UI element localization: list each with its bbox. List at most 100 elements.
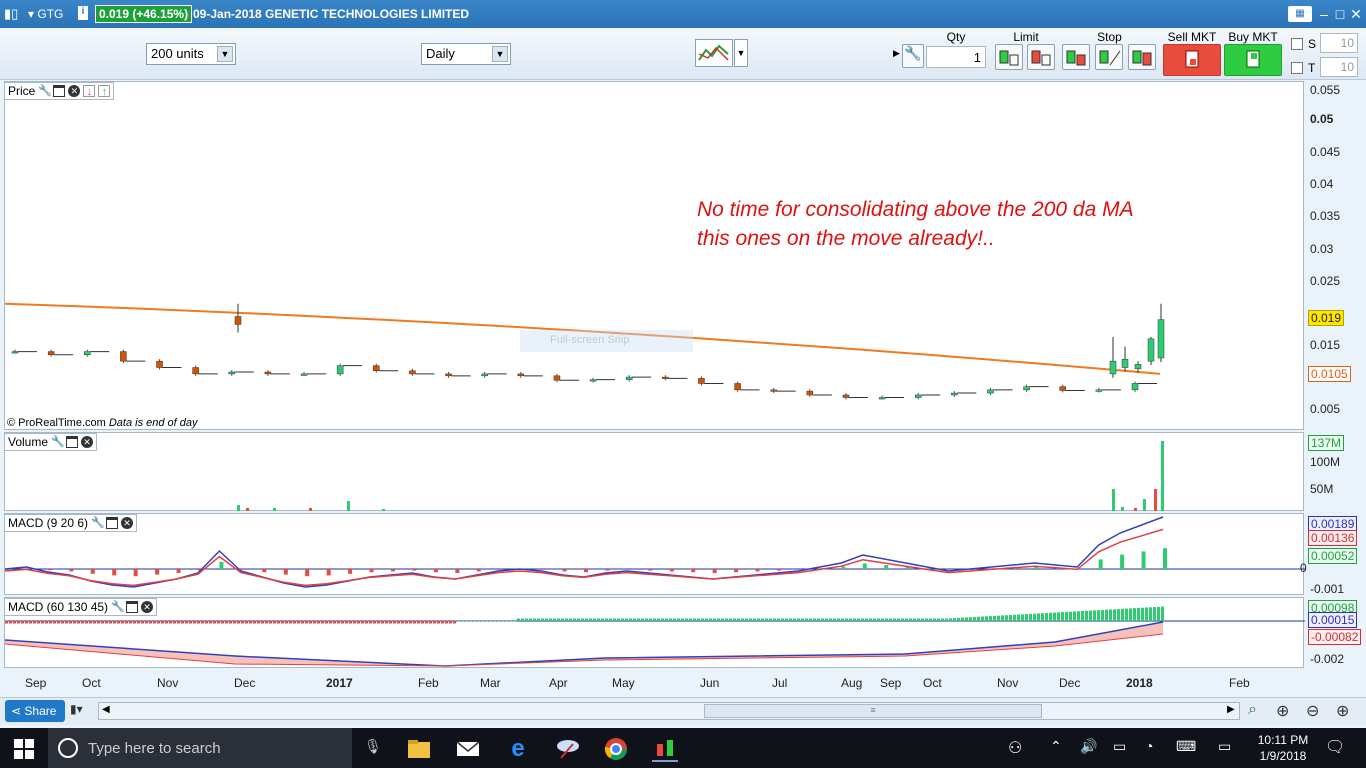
candle-body xyxy=(1131,383,1139,391)
minimize-button[interactable]: – xyxy=(1316,6,1332,22)
tablet-mode-icon[interactable]: ▭ xyxy=(1218,738,1231,755)
units-dropdown[interactable]: 200 units ▼ xyxy=(146,43,236,65)
price-panel-header: Price 🔧 ✕ ↓ ↑ xyxy=(4,82,115,100)
chart-style-dropdown[interactable]: ▼ xyxy=(734,39,748,67)
prorealtime-icon[interactable] xyxy=(652,736,678,762)
arrow-down-icon[interactable]: ↓ xyxy=(83,85,96,98)
windows-start-icon[interactable] xyxy=(14,739,34,759)
qty-input[interactable]: 1 xyxy=(926,46,986,68)
limit-buy-button[interactable] xyxy=(995,44,1023,70)
x-tick-label: Oct xyxy=(923,676,942,690)
macd2-hist-bar xyxy=(13,621,16,624)
macd2-hist-bar xyxy=(241,621,244,624)
zoom-fit-icon[interactable]: ⊕ xyxy=(1276,701,1289,721)
info-icon[interactable]: i xyxy=(78,6,88,20)
t-input[interactable]: 10 xyxy=(1320,57,1358,77)
macd2-hist-bar xyxy=(861,618,864,621)
t-checkbox[interactable] xyxy=(1291,62,1303,74)
maximize-button[interactable]: □ xyxy=(1332,6,1348,22)
close-icon[interactable]: ✕ xyxy=(68,85,81,97)
chevron-up-icon[interactable]: ⌃ xyxy=(1050,738,1062,755)
collapse-arrow-icon[interactable]: ▶ xyxy=(893,48,900,59)
y-tick: 0.025 xyxy=(1310,274,1341,288)
keyboard-icon[interactable]: ⌨ xyxy=(1176,738,1196,755)
macd2-hist-bar xyxy=(21,621,24,624)
settings-wrench-button[interactable]: 🔧 xyxy=(902,44,924,68)
stop-button-2[interactable] xyxy=(1095,44,1123,70)
macd2-hist-bar xyxy=(993,615,996,621)
macd2-hist-bar xyxy=(253,621,256,624)
stop-label: Stop xyxy=(1097,30,1122,44)
stop-button-1[interactable] xyxy=(1062,44,1090,70)
s-input[interactable]: 10 xyxy=(1320,33,1358,53)
wrench-icon[interactable]: 🔧 xyxy=(111,601,125,613)
bottom-bar: ⋖ Share ▮▾ ◀ ≡ ▶ ⌕ ⊕ ⊖ ⊕ xyxy=(0,697,1366,725)
y-tick: 0.035 xyxy=(1310,209,1341,223)
zoom-out-icon[interactable]: ⊖ xyxy=(1306,701,1319,721)
keyboard-icon[interactable]: ▦ xyxy=(1288,6,1312,22)
window-icon[interactable] xyxy=(106,517,119,529)
wifi-icon[interactable]: ◔ xyxy=(1145,738,1153,754)
volume-bar xyxy=(309,508,312,511)
candle-toggle-icon[interactable]: ▮▾ xyxy=(70,702,83,716)
arrow-up-icon[interactable]: ↑ xyxy=(98,85,111,98)
macd2-hist-bar xyxy=(157,621,160,624)
close-icon[interactable]: ✕ xyxy=(141,601,154,613)
window-icon[interactable] xyxy=(126,601,139,613)
close-button[interactable]: ✕ xyxy=(1348,6,1364,22)
taskbar-search[interactable]: Type here to search 🎙 xyxy=(48,728,382,768)
price-panel[interactable]: Full-screen Snip No time for consolidati… xyxy=(4,81,1304,430)
people-icon[interactable]: ⚇ xyxy=(1008,738,1022,758)
mail-icon[interactable] xyxy=(455,736,481,762)
scrollbar-thumb[interactable]: ≡ xyxy=(704,704,1042,718)
s-checkbox[interactable] xyxy=(1291,38,1303,50)
battery-icon[interactable]: ▭ xyxy=(1113,738,1126,755)
volume-y-axis: 137M 100M 50M xyxy=(1306,432,1366,511)
scroll-right-arrow[interactable]: ▶ xyxy=(1227,704,1235,715)
scroll-left-arrow[interactable]: ◀ xyxy=(102,704,110,715)
volume-panel[interactable] xyxy=(4,432,1304,511)
volume-tag: 137M xyxy=(1308,435,1345,451)
macd2-line-tag: 0.00015 xyxy=(1308,612,1358,628)
limit-sell-icon xyxy=(1031,50,1051,66)
share-button[interactable]: ⋖ Share xyxy=(5,700,65,722)
file-explorer-icon[interactable] xyxy=(406,736,432,762)
sell-market-button[interactable] xyxy=(1163,44,1221,76)
zoom-in-icon[interactable]: ⊕ xyxy=(1336,701,1349,721)
close-icon[interactable]: ✕ xyxy=(81,436,94,448)
macd2-hist-bar xyxy=(49,621,52,624)
wrench-icon[interactable]: 🔧 xyxy=(91,517,105,529)
wrench-icon[interactable]: 🔧 xyxy=(51,436,65,448)
window-icon[interactable] xyxy=(66,436,79,448)
close-icon[interactable]: ✕ xyxy=(121,517,134,529)
macd2-hist-bar xyxy=(573,618,576,621)
macd2-hist-bar xyxy=(1057,612,1060,621)
wrench-icon[interactable]: 🔧 xyxy=(38,85,52,97)
period-dropdown[interactable]: Daily ▼ xyxy=(421,43,511,65)
microphone-icon[interactable]: 🎙 xyxy=(364,738,382,755)
macd2-panel[interactable] xyxy=(4,597,1305,668)
volume-bar xyxy=(1143,499,1146,511)
macd1-hist-bar xyxy=(326,569,331,576)
macd1-hist-bar xyxy=(541,569,546,570)
macd2-signal-line xyxy=(5,633,1164,667)
edge-browser-icon[interactable]: e xyxy=(505,736,531,762)
volume-icon[interactable]: 🔊 xyxy=(1080,738,1097,755)
app-icon[interactable]: ▮▯ xyxy=(4,6,18,22)
buy-market-button[interactable] xyxy=(1224,44,1282,76)
macd1-panel[interactable] xyxy=(4,513,1305,595)
limit-sell-button[interactable] xyxy=(1027,44,1055,70)
stop-button-3[interactable] xyxy=(1128,44,1156,70)
window-icon[interactable] xyxy=(53,85,66,97)
snipping-tool-icon[interactable] xyxy=(555,736,581,762)
scrollbar[interactable]: ◀ ≡ ▶ xyxy=(98,702,1240,720)
clock[interactable]: 10:11 PM 1/9/2018 xyxy=(1254,732,1312,764)
sell-mkt-label: Sell MKT xyxy=(1167,30,1217,44)
macd2-hist-bar xyxy=(1129,608,1132,621)
chart-zoom-icon[interactable]: ⌕ xyxy=(1248,701,1257,719)
chrome-icon[interactable] xyxy=(603,736,629,762)
notifications-icon[interactable]: 🗨 xyxy=(1325,737,1345,757)
macd2-hist-bar xyxy=(845,618,848,621)
chart-style-button[interactable] xyxy=(695,39,733,67)
symbol-selector[interactable]: ▾ GTG xyxy=(28,7,63,21)
